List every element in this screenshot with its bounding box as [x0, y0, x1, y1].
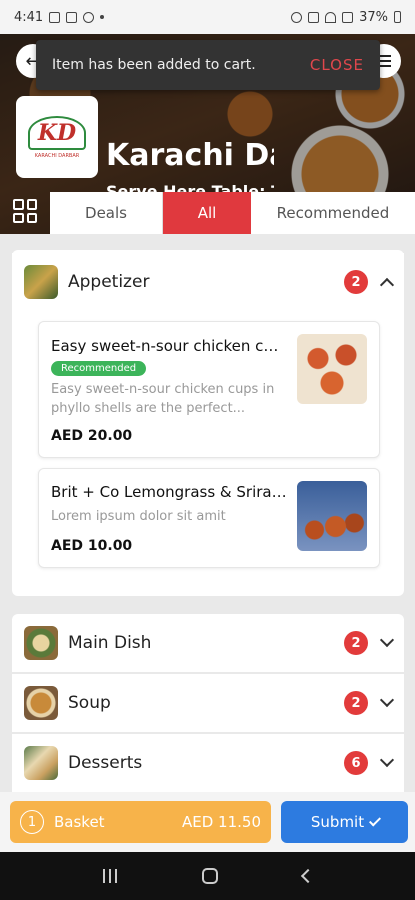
status-bar: 4:41 37%	[0, 0, 415, 34]
category-header-main-dish[interactable]: Main Dish 2	[12, 614, 404, 672]
added-to-cart-toast: Item has been added to cart. CLOSE	[36, 40, 380, 90]
battery-icon	[394, 11, 401, 23]
toast-message: Item has been added to cart.	[52, 57, 256, 73]
category-name: Main Dish	[68, 633, 152, 653]
category-header-soup[interactable]: Soup 2	[12, 674, 404, 732]
wifi-icon	[325, 11, 337, 23]
battery-level: 37%	[359, 9, 388, 25]
grid-view-icon[interactable]	[13, 199, 37, 223]
chevron-down-icon[interactable]	[379, 632, 395, 648]
chevron-down-icon[interactable]	[379, 752, 395, 768]
soup-thumbnail	[24, 686, 58, 720]
category-name: Appetizer	[68, 272, 150, 292]
restaurant-name: Karachi Darbar	[106, 138, 274, 173]
category-header-desserts[interactable]: Desserts 6	[12, 734, 404, 792]
chevron-down-icon[interactable]	[379, 692, 395, 708]
recent-apps-icon[interactable]	[102, 869, 117, 883]
item-description: Lorem ipsum dolor sit amit	[51, 509, 226, 524]
item-title: Brit + Co Lemongrass & Sriracha	[51, 483, 287, 501]
app-icon	[83, 11, 95, 23]
category-name: Soup	[68, 693, 111, 713]
menu-item-card[interactable]: Easy sweet-n-sour chicken cups Recommend…	[38, 321, 380, 458]
item-description: Easy sweet-n-sour chicken cups in phyllo…	[51, 382, 275, 416]
item-price: AED 10.00	[51, 538, 133, 554]
category-count-badge: 2	[344, 691, 368, 715]
menu-item-card[interactable]: Brit + Co Lemongrass & Sriracha Lorem ip…	[38, 468, 380, 568]
appetizer-thumbnail	[24, 265, 58, 299]
status-time: 4:41	[14, 9, 44, 25]
basket-label: Basket	[54, 813, 105, 831]
chevron-up-icon[interactable]	[379, 277, 395, 293]
item-price: AED 20.00	[51, 428, 133, 444]
system-nav-bar	[0, 852, 415, 900]
item-photo	[297, 334, 367, 404]
back-nav-icon[interactable]	[300, 868, 315, 884]
category-tabs: Deals All Recommended	[50, 192, 415, 234]
basket-count: 1	[20, 810, 44, 834]
tab-recommended[interactable]: Recommended	[251, 192, 415, 234]
mute-icon	[308, 11, 320, 23]
item-title: Easy sweet-n-sour chicken cups	[51, 337, 287, 355]
check-icon	[369, 813, 382, 827]
more-dot-icon	[100, 15, 105, 19]
toast-close-button[interactable]: CLOSE	[310, 56, 364, 74]
basket-button[interactable]: 1 Basket AED 11.50	[10, 801, 271, 843]
desserts-thumbnail	[24, 746, 58, 780]
item-photo	[297, 481, 367, 551]
category-header-appetizer[interactable]: Appetizer 2	[12, 253, 404, 311]
submit-button[interactable]: Submit	[281, 801, 408, 843]
gallery-icon	[49, 11, 61, 23]
submit-label: Submit	[310, 813, 365, 831]
tab-deals[interactable]: Deals	[50, 192, 163, 234]
recommended-badge: Recommended	[51, 361, 147, 376]
main-dish-thumbnail	[24, 626, 58, 660]
home-icon[interactable]	[201, 868, 218, 884]
category-count-badge: 2	[344, 270, 368, 294]
category-count-badge: 2	[344, 631, 368, 655]
alarm-icon	[291, 11, 303, 23]
category-count-badge: 6	[344, 751, 368, 775]
signal-icon	[342, 11, 354, 23]
category-name: Desserts	[68, 753, 143, 773]
notification-icon	[66, 11, 78, 23]
basket-total: AED 11.50	[182, 813, 261, 831]
tab-all[interactable]: All	[163, 192, 251, 234]
